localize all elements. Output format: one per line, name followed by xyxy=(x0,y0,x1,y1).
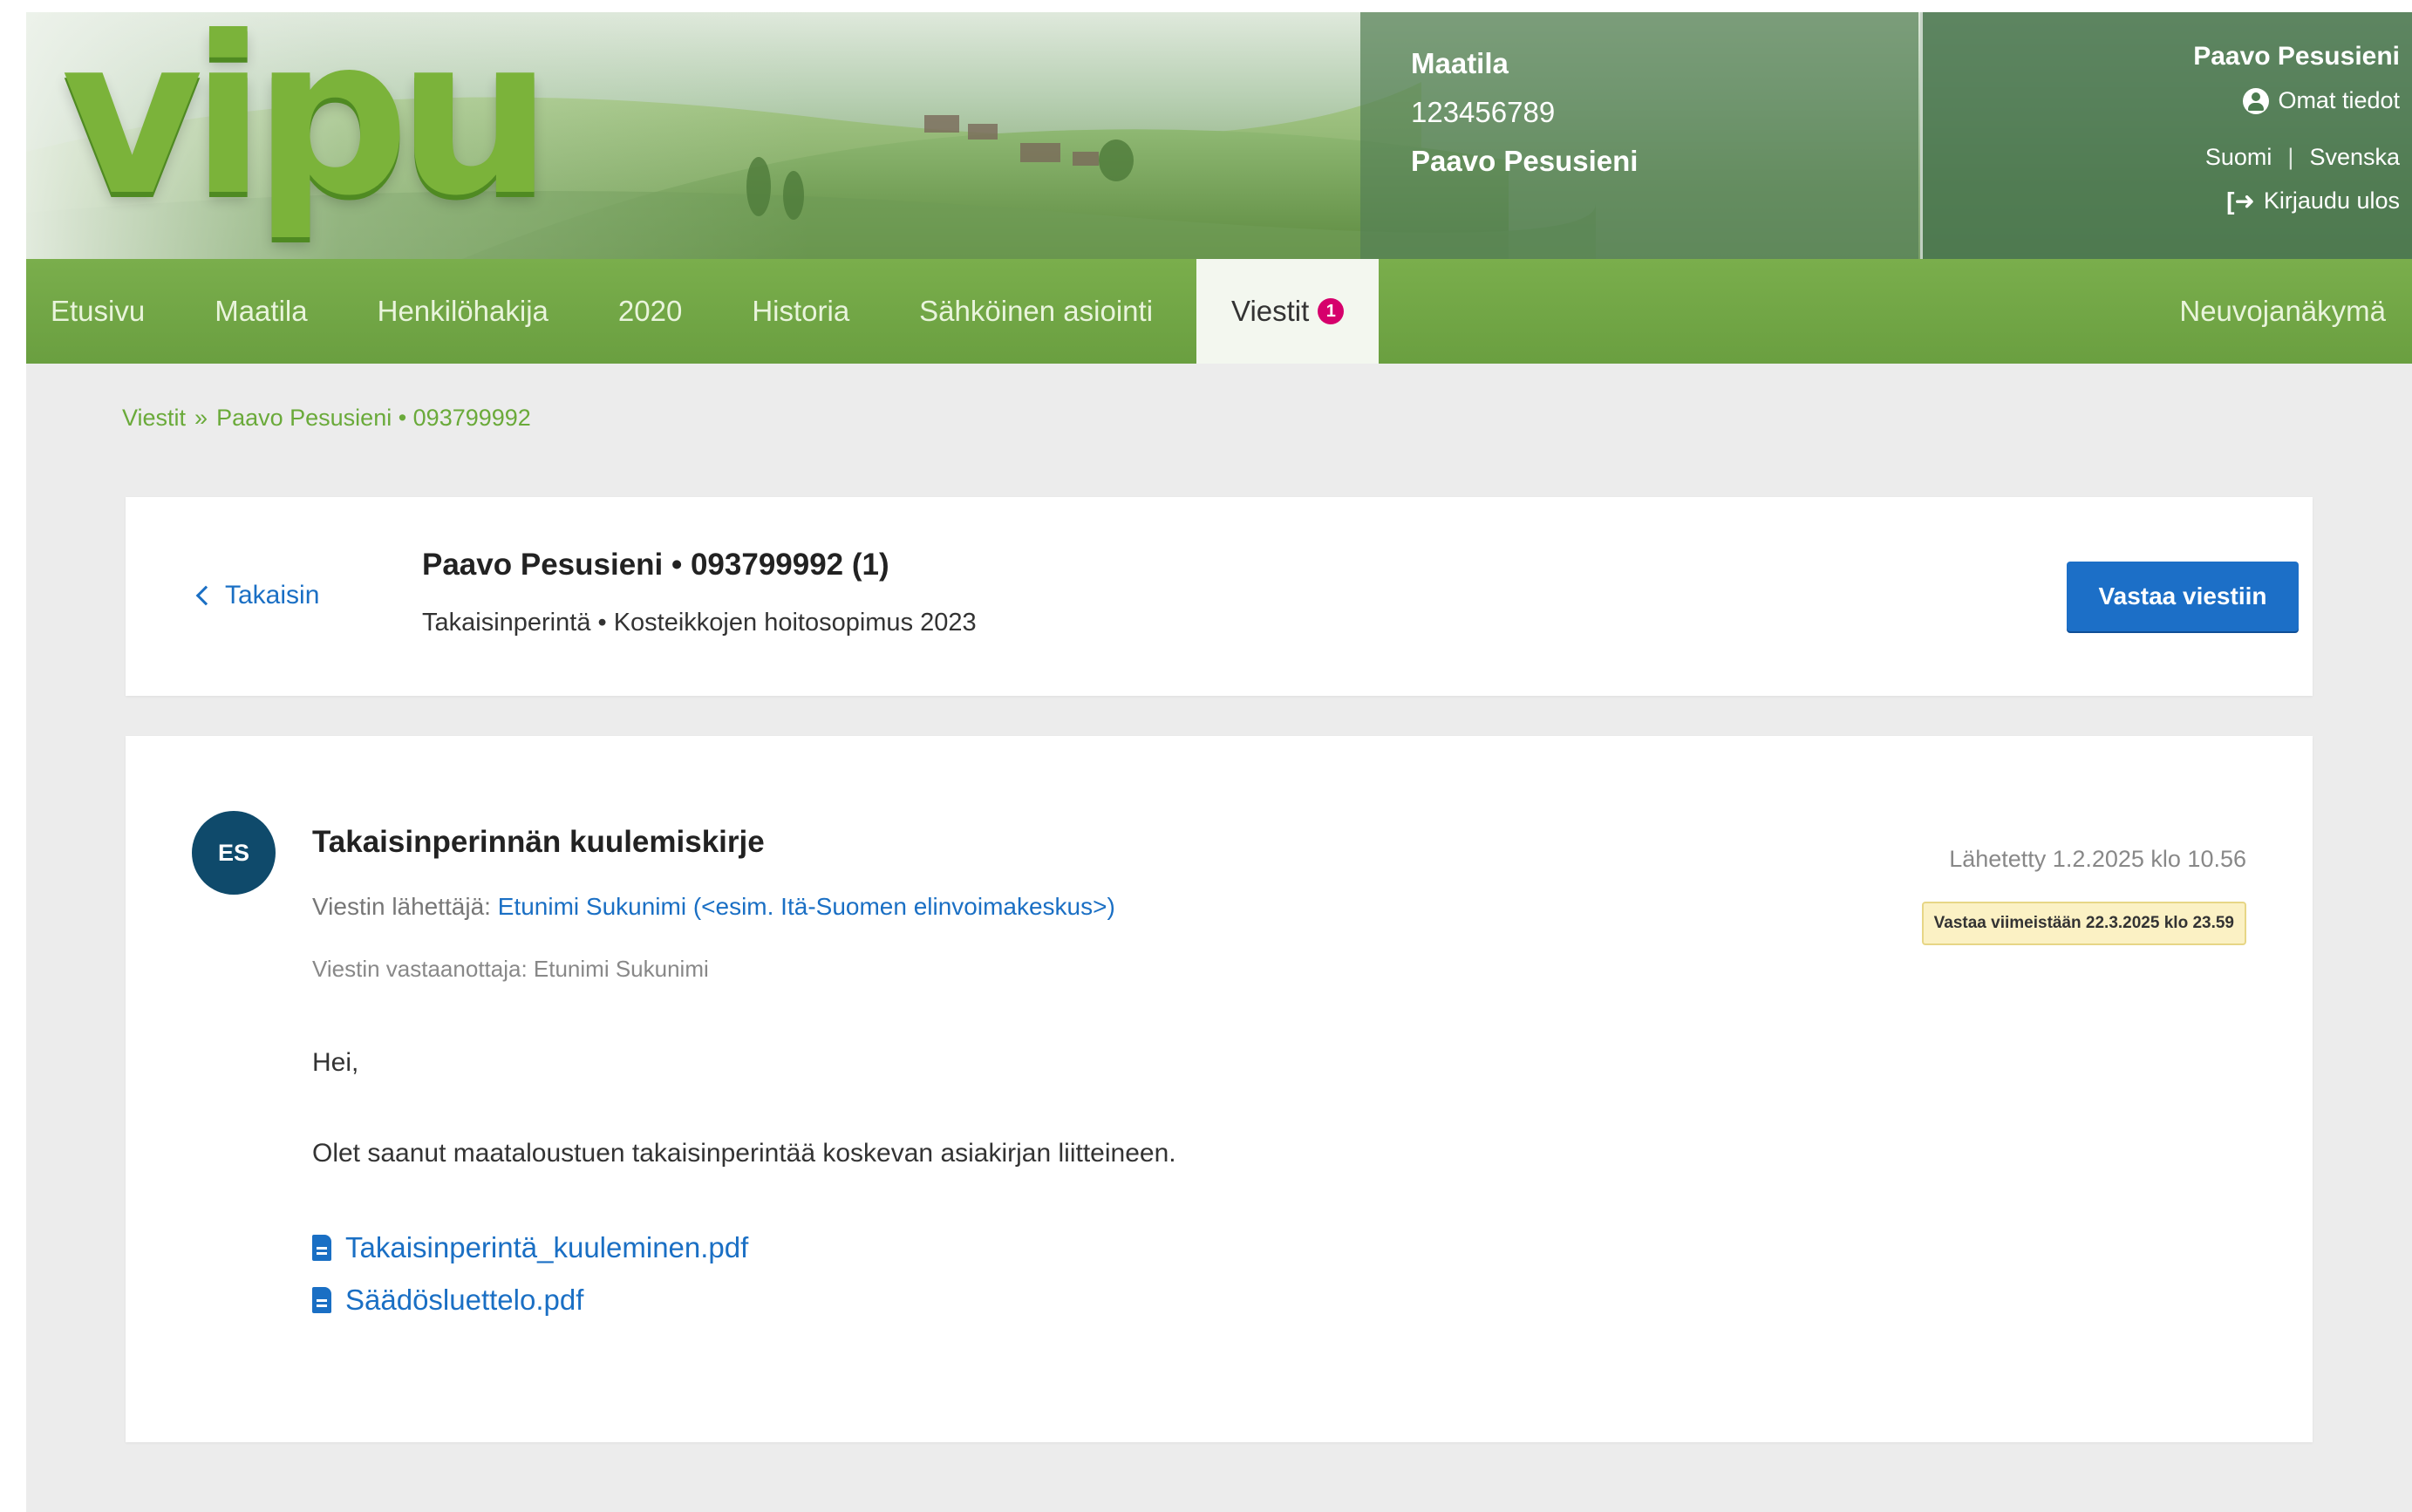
logout-link[interactable]: [➜ Kirjaudu ulos xyxy=(1923,187,2400,215)
farm-title: Maatila xyxy=(1411,47,1509,79)
attachment-link[interactable]: Säädösluettelo.pdf xyxy=(312,1284,583,1317)
lang-sv-link[interactable]: Svenska xyxy=(2309,144,2400,171)
sender-link[interactable]: Etunimi Sukunimi (<esim. Itä-Suomen elin… xyxy=(498,893,1115,920)
message-sent-date: Lähetetty 1.2.2025 klo 10.56 xyxy=(1949,846,2246,872)
nav-item-viestit[interactable]: Viestit 1 xyxy=(1196,259,1380,364)
message-body: Olet saanut maataloustuen takaisinperint… xyxy=(312,1139,1176,1168)
lang-fi-link[interactable]: Suomi xyxy=(2205,144,2272,171)
breadcrumb: Viestit » Paavo Pesusieni • 093799992 xyxy=(122,405,531,432)
breadcrumb-root-link[interactable]: Viestit xyxy=(122,405,186,431)
attachment-name: Säädösluettelo.pdf xyxy=(345,1284,584,1316)
nav-item-maatila[interactable]: Maatila xyxy=(180,259,342,364)
nav-item-neuvojanakyma[interactable]: Neuvojanäkymä xyxy=(2144,259,2412,364)
thread-title: Paavo Pesusieni • 093799992 (1) xyxy=(422,548,889,582)
nav-item-historia[interactable]: Historia xyxy=(717,259,884,364)
message-sender: Viestin lähettäjä: Etunimi Sukunimi (<es… xyxy=(312,893,1115,921)
reply-button[interactable]: Vastaa viestiin xyxy=(2067,562,2299,631)
language-switcher: Suomi | Svenska xyxy=(1923,144,2400,171)
back-label: Takaisin xyxy=(225,581,320,610)
lang-separator: | xyxy=(2287,144,2294,170)
thread-header-card: Takaisin Paavo Pesusieni • 093799992 (1)… xyxy=(126,497,2313,696)
user-panel: Paavo Pesusieni Omat tiedot Suomi | Sven… xyxy=(1920,12,2412,259)
logo-text: vipu xyxy=(61,12,553,243)
user-name: Paavo Pesusieni xyxy=(2193,42,2400,71)
message-greeting: Hei, xyxy=(312,1048,359,1077)
thread-subtitle: Takaisinperintä • Kosteikkojen hoitosopi… xyxy=(422,609,977,637)
attachment-link[interactable]: Takaisinperintä_kuuleminen.pdf xyxy=(312,1231,748,1264)
reply-deadline-badge: Vastaa viimeistään 22.3.2025 klo 23.59 xyxy=(1921,902,2246,945)
logout-icon: [➜ xyxy=(2226,187,2255,215)
breadcrumb-current[interactable]: Paavo Pesusieni • 093799992 xyxy=(216,405,531,431)
attachment-name: Takaisinperintä_kuuleminen.pdf xyxy=(345,1231,749,1263)
message-title: Takaisinperinnän kuulemiskirje xyxy=(312,825,765,859)
farm-info-panel: Maatila 123456789 Paavo Pesusieni xyxy=(1360,12,1918,259)
chevron-left-icon xyxy=(195,585,216,606)
message-card: ES Takaisinperinnän kuulemiskirje Viesti… xyxy=(126,736,2313,1442)
sender-avatar: ES xyxy=(192,811,276,895)
nav-item-henkilohakija[interactable]: Henkilöhakija xyxy=(343,259,583,364)
app-window: vipu Maatila 123456789 Paavo Pesusieni P… xyxy=(26,12,2412,1512)
own-info-link[interactable]: Omat tiedot xyxy=(1923,87,2400,114)
back-link[interactable]: Takaisin xyxy=(195,581,320,610)
nav-item-viestit-label: Viestit xyxy=(1231,295,1310,327)
logout-label: Kirjaudu ulos xyxy=(2263,187,2400,214)
header-banner: vipu Maatila 123456789 Paavo Pesusieni P… xyxy=(26,12,2412,259)
nav-item-2020[interactable]: 2020 xyxy=(583,259,717,364)
nav-item-etusivu[interactable]: Etusivu xyxy=(26,259,180,364)
sender-label: Viestin lähettäjä: xyxy=(312,893,491,920)
farm-id: 123456789 xyxy=(1411,96,1556,128)
message-recipient: Viestin vastaanottaja: Etunimi Sukunimi xyxy=(312,956,709,982)
file-icon xyxy=(312,1287,331,1313)
main-nav: Etusivu Maatila Henkilöhakija 2020 Histo… xyxy=(26,259,2412,364)
unread-count-badge: 1 xyxy=(1318,298,1345,324)
nav-item-sahkoinen-asiointi[interactable]: Sähköinen asiointi xyxy=(884,259,1188,364)
farm-owner: Paavo Pesusieni xyxy=(1411,145,1639,177)
file-icon xyxy=(312,1235,331,1261)
own-info-label: Omat tiedot xyxy=(2278,87,2400,113)
vipu-logo[interactable]: vipu xyxy=(61,12,553,259)
breadcrumb-separator: » xyxy=(194,405,208,431)
user-circle-icon xyxy=(2243,87,2270,114)
